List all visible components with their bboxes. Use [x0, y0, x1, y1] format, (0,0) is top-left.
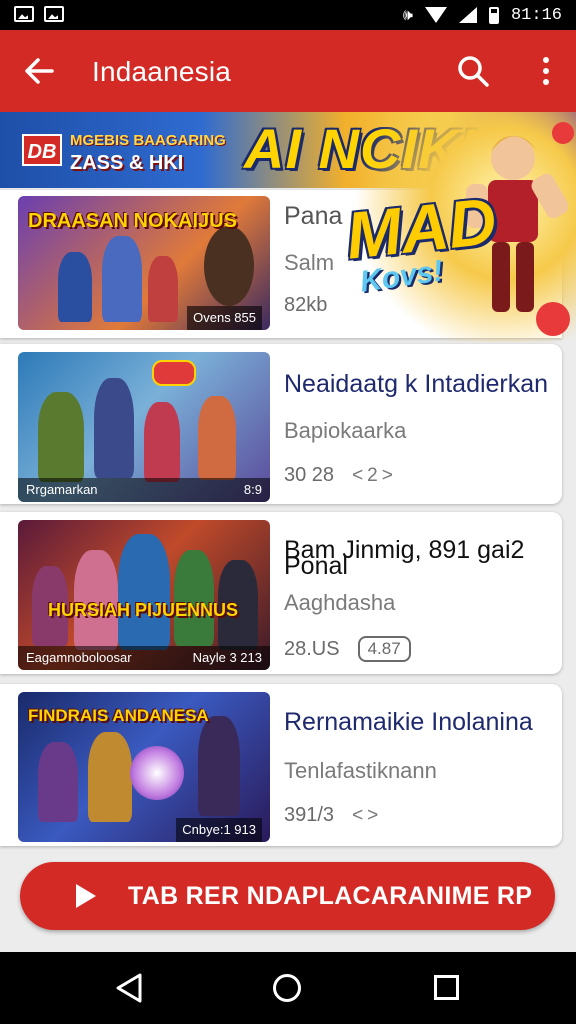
thumbnail-rating: 8:9 — [243, 482, 262, 497]
banner-headline: AI NCIKI — [244, 117, 476, 180]
card-title: Pana — [284, 202, 343, 230]
battery-icon — [488, 6, 499, 24]
vibrate-icon: 🕪 — [402, 5, 413, 24]
card-subtitle: Tenlafastiknann — [284, 758, 437, 783]
back-arrow-icon[interactable] — [22, 54, 56, 88]
card-title: Neaidaatg k Intadierkan — [284, 370, 549, 398]
thumbnail-caption: Eagamnoboloosar — [26, 650, 132, 665]
card-title-overlap: Ponal — [284, 552, 348, 580]
cta-label: TAB RER NDAPLACARANIME RP — [128, 882, 533, 910]
page-title: Indaanesia — [92, 56, 232, 87]
banner-tagline: MGEBIS BAAGARING — [70, 132, 226, 149]
list-item[interactable]: HURSIAH PIJUENNUS Eagamnoboloosar Nayle … — [0, 512, 562, 674]
app-bar: Indaanesia — [0, 30, 576, 112]
thumbnail-title: FINDRAIS ANDANESA — [28, 706, 209, 725]
play-icon — [76, 884, 96, 908]
game-thumbnail: Rrgamarkan 8:9 — [18, 352, 270, 502]
search-icon[interactable] — [456, 54, 490, 88]
card-title: Rernamaikie Inolanina — [284, 708, 533, 736]
card-subtitle: Aaghdasha — [284, 590, 396, 615]
banner-logo: DB — [22, 134, 62, 166]
status-time: 81:16 — [510, 5, 562, 25]
status-bar: 🕪 81:16 — [0, 0, 576, 30]
thumbnail-caption: Cnbye:1 913 — [176, 818, 262, 842]
card-size: 28.US — [284, 637, 340, 660]
game-thumbnail: DRAASAN NOKAIJUS Ovens 855 — [18, 196, 270, 330]
signal-icon — [458, 7, 477, 23]
nav-recents-icon[interactable] — [434, 975, 459, 1000]
nav-back-icon[interactable] — [114, 972, 144, 1004]
card-size: 30 28 — [284, 464, 335, 486]
gallery-notification-icon — [14, 6, 34, 22]
rating-chip[interactable]: 4.87 — [357, 636, 411, 662]
play-cta-button[interactable]: TAB RER NDAPLACARANIME RP — [20, 862, 555, 930]
promo-banner[interactable]: DB MGEBIS BAAGARING ZASS & HKI AI NCIKI — [0, 112, 576, 188]
list-item[interactable]: FINDRAIS ANDANESA Cnbye:1 913 Rernamaiki… — [0, 684, 562, 846]
thumbnail-title: HURSIAH PIJUENNUS — [48, 600, 239, 620]
card-subtitle: Salm — [284, 250, 335, 275]
banner-subtagline: ZASS & HKI — [70, 152, 184, 174]
photo-notification-icon — [44, 6, 64, 22]
nav-home-icon[interactable] — [273, 974, 301, 1002]
more-options-icon[interactable] — [534, 54, 558, 88]
game-thumbnail: FINDRAIS ANDANESA Cnbye:1 913 — [18, 692, 270, 842]
list-item[interactable]: DRAASAN NOKAIJUS Ovens 855 Pana Salm 82k… — [0, 190, 562, 338]
wifi-icon — [424, 7, 447, 23]
game-thumbnail: HURSIAH PIJUENNUS Eagamnoboloosar Nayle … — [18, 520, 270, 670]
list-item[interactable]: Rrgamarkan 8:9 Neaidaatg k Intadierkan B… — [0, 344, 562, 504]
card-size: 82kb — [284, 294, 328, 316]
thumbnail-caption: Ovens 855 — [187, 306, 262, 330]
thumbnail-rating: Nayle 3 213 — [192, 650, 262, 665]
card-tag: <2> — [352, 464, 397, 486]
system-nav-bar — [0, 952, 576, 1024]
thumbnail-caption: Rrgamarkan — [26, 482, 98, 497]
card-subtitle: Bapiokaarka — [284, 418, 407, 443]
card-tag: <> — [352, 804, 383, 826]
card-size: 391/3 — [284, 804, 335, 826]
thumbnail-title: DRAASAN NOKAIJUS — [28, 210, 237, 232]
